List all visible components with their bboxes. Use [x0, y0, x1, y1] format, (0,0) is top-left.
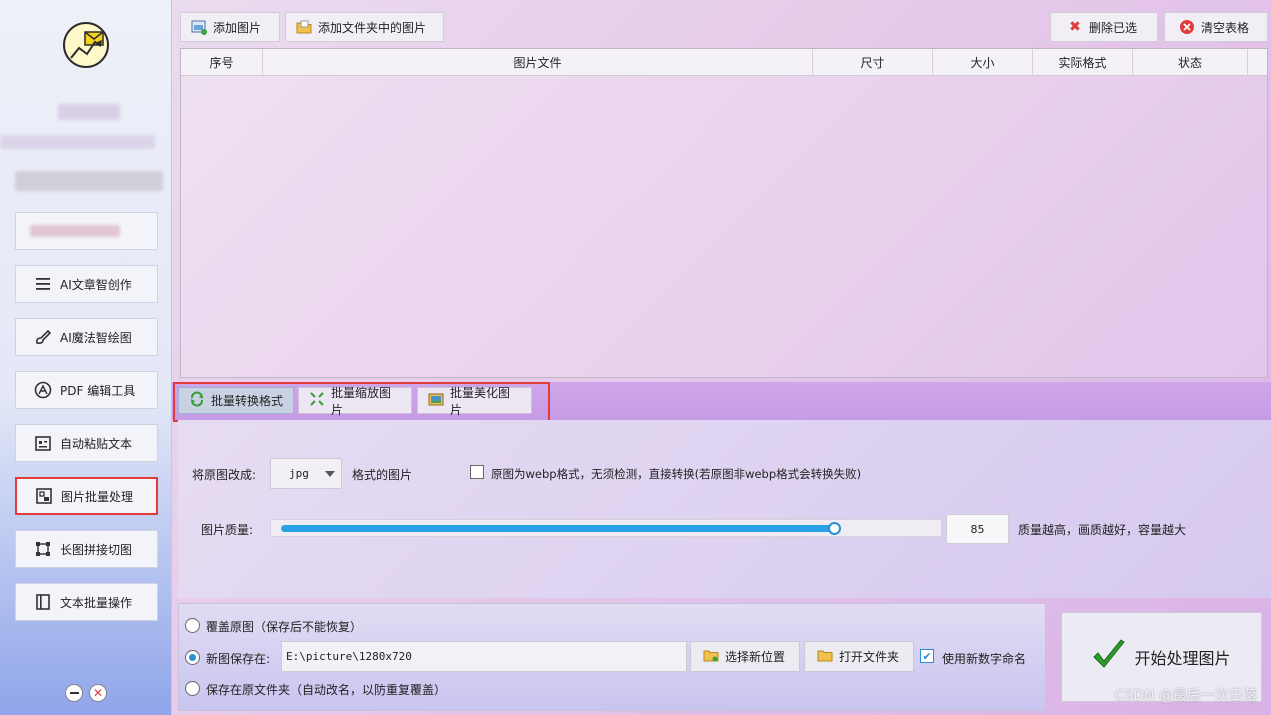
quality-hint: 质量越高，画质越好，容量越大	[1018, 523, 1187, 537]
col-dimensions[interactable]: 尺寸	[813, 49, 933, 75]
list-icon	[34, 275, 52, 293]
open-folder-button[interactable]: 打开文件夹	[804, 641, 914, 672]
crop-icon	[34, 540, 52, 558]
convert-settings-panel	[178, 420, 1271, 598]
add-image-button[interactable]: 添加图片	[180, 12, 280, 42]
green-check-icon	[1092, 639, 1126, 675]
sidebar-item-image-batch[interactable]: 图片批量处理	[15, 477, 158, 515]
use-number-name-label: 使用新数字命名	[942, 652, 1027, 666]
image-icon	[35, 487, 53, 505]
sidebar-item-ai-draw[interactable]: AI魔法智绘图	[15, 318, 158, 356]
sidebar: AI文章智创作 AI魔法智绘图 PDF 编辑工具 自动粘贴文本 图片批量处理 长…	[0, 0, 172, 715]
quality-slider[interactable]	[270, 519, 942, 537]
blurred-info	[0, 135, 155, 149]
pdf-icon	[34, 381, 52, 399]
col-size[interactable]: 大小	[933, 49, 1033, 75]
image-file-table[interactable]: 序号 图片文件 尺寸 大小 实际格式 状态	[180, 48, 1268, 378]
folder-add-icon	[296, 19, 312, 35]
original-folder-label: 保存在原文件夹（自动改名，以防重复覆盖）	[206, 683, 447, 697]
brush-icon	[34, 328, 52, 346]
checkmark-icon: ✔	[922, 649, 932, 663]
original-folder-radio[interactable]	[185, 681, 200, 696]
minimize-button[interactable]	[65, 684, 83, 702]
choose-location-button[interactable]: 选择新位置	[690, 641, 800, 672]
col-actual-format[interactable]: 实际格式	[1033, 49, 1133, 75]
col-image-file[interactable]: 图片文件	[263, 49, 813, 75]
close-icon: ✕	[92, 686, 104, 700]
sidebar-blurred-button[interactable]	[15, 212, 158, 250]
quality-slider-handle[interactable]	[828, 522, 841, 535]
sidebar-item-label: 文本批量操作	[60, 595, 133, 610]
use-number-name-checkbox[interactable]: ✔	[920, 649, 934, 663]
overwrite-radio[interactable]	[185, 618, 200, 633]
sidebar-item-text-batch[interactable]: 文本批量操作	[15, 583, 158, 621]
document-icon	[34, 593, 52, 611]
sidebar-item-label: 图片批量处理	[61, 489, 134, 504]
open-folder-icon	[817, 648, 833, 665]
clear-table-button[interactable]: 清空表格	[1164, 12, 1268, 42]
sidebar-item-ai-article[interactable]: AI文章智创作	[15, 265, 158, 303]
new-location-radio[interactable]	[185, 650, 200, 665]
delete-selected-button[interactable]: ✖ 删除已选	[1050, 12, 1158, 42]
overwrite-label: 覆盖原图（保存后不能恢复）	[206, 620, 363, 634]
quality-slider-fill	[281, 525, 835, 532]
sidebar-item-label: 自动粘贴文本	[60, 436, 133, 451]
blurred-username	[58, 104, 120, 120]
col-index[interactable]: 序号	[181, 49, 263, 75]
sidebar-item-auto-paste[interactable]: 自动粘贴文本	[15, 424, 158, 462]
change-to-label: 将原图改成:	[192, 468, 257, 482]
quality-label: 图片质量:	[201, 523, 254, 537]
sidebar-item-label: 长图拼接切图	[60, 542, 133, 557]
sidebar-item-label: PDF 编辑工具	[60, 383, 136, 398]
new-location-label: 新图保存在:	[206, 652, 271, 666]
tabs-highlight-box	[173, 382, 550, 422]
folder-icon	[703, 648, 719, 665]
col-status[interactable]: 状态	[1133, 49, 1248, 75]
clear-icon	[1179, 19, 1195, 35]
chevron-down-icon	[325, 471, 335, 477]
quality-value-input[interactable]: 85	[946, 514, 1009, 544]
format-suffix-label: 格式的图片	[352, 468, 413, 482]
table-header: 序号 图片文件 尺寸 大小 实际格式 状态	[181, 49, 1267, 76]
app-logo-icon	[63, 22, 109, 68]
watermark: CSDN @最后一次日落	[1114, 688, 1257, 704]
close-button[interactable]: ✕	[89, 684, 107, 702]
clipboard-icon	[34, 434, 52, 452]
blurred-info-2	[15, 171, 163, 191]
sidebar-item-label: AI魔法智绘图	[60, 330, 132, 345]
delete-x-icon: ✖	[1069, 19, 1081, 35]
add-image-icon	[191, 19, 207, 35]
webp-checkbox[interactable]	[470, 465, 484, 479]
sidebar-item-long-image[interactable]: 长图拼接切图	[15, 530, 158, 568]
sidebar-item-pdf[interactable]: PDF 编辑工具	[15, 371, 158, 409]
format-select[interactable]: jpg	[270, 458, 342, 489]
sidebar-item-label: AI文章智创作	[60, 277, 132, 292]
minimize-icon	[69, 692, 79, 694]
add-folder-button[interactable]: 添加文件夹中的图片	[285, 12, 444, 42]
save-path-input[interactable]: E:\picture\1280x720	[281, 641, 687, 672]
webp-option-label: 原图为webp格式，无须检测，直接转换(若原图非webp格式会转换失败)	[491, 467, 862, 481]
